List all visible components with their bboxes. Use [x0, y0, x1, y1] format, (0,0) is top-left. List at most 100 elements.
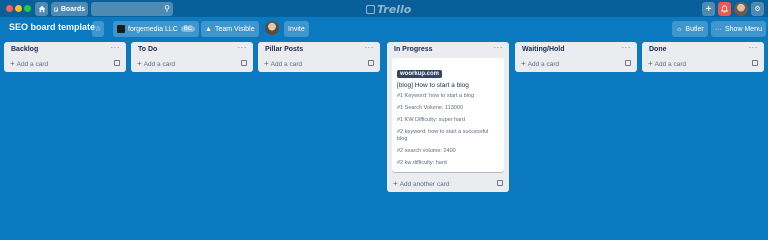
home-button[interactable]: [35, 2, 48, 16]
card-description-line: #1 Search Volume: 113000: [397, 105, 463, 111]
boards-button-label: Boards: [60, 5, 85, 13]
add-card-row: + Add a card: [642, 56, 764, 72]
add-card-button[interactable]: + Add a card: [264, 59, 302, 68]
team-button[interactable]: forgemedia LLC BC: [113, 21, 200, 37]
plus-icon: +: [137, 59, 142, 68]
add-card-row: + Add another card: [387, 176, 509, 192]
notifications-button[interactable]: [718, 2, 731, 16]
list-title[interactable]: Waiting/Hold: [522, 46, 565, 53]
user-avatar[interactable]: [734, 2, 748, 16]
card-template-icon[interactable]: [752, 60, 758, 66]
list-menu-icon[interactable]: ···: [622, 43, 632, 52]
card-template-icon[interactable]: [625, 60, 631, 66]
list-to-do: To Do ··· + Add a card: [131, 42, 253, 72]
card-template-icon[interactable]: [497, 180, 503, 186]
list-header: Backlog ···: [4, 42, 126, 56]
list-header: In Progress ···: [387, 42, 509, 56]
team-logo-icon: [117, 25, 125, 33]
butler-button[interactable]: ☼ Butler: [672, 21, 708, 37]
search-icon: ⚲: [164, 4, 170, 13]
more-icon: ···: [715, 25, 722, 33]
team-tag: BC: [180, 26, 196, 32]
list-in-progress: In Progress ··· woorkup.com [blog] How t…: [387, 42, 509, 192]
boards-button[interactable]: Boards: [51, 2, 88, 16]
list-title[interactable]: In Progress: [394, 46, 433, 53]
butler-icon: ☼: [676, 25, 683, 33]
board-title[interactable]: SEO board template: [9, 22, 95, 32]
create-button[interactable]: +: [702, 2, 715, 16]
home-icon: [38, 5, 45, 13]
member-avatar[interactable]: [265, 21, 279, 35]
add-card-button[interactable]: + Add a card: [521, 59, 559, 68]
butler-label: Butler: [685, 25, 704, 33]
window-close-control[interactable]: [6, 5, 13, 12]
add-card-button[interactable]: + Add a card: [10, 59, 48, 68]
invite-button[interactable]: Invite: [284, 21, 309, 37]
team-name: forgemedia LLC: [128, 25, 178, 33]
list-waiting-hold: Waiting/Hold ··· + Add a card: [515, 42, 637, 72]
plus-icon: +: [10, 59, 15, 68]
show-menu-button[interactable]: ··· Show Menu: [711, 21, 766, 37]
visibility-button[interactable]: ▲ Team Visible: [201, 21, 259, 37]
board-header: SEO board template ☆ forgemedia LLC BC ▲…: [0, 20, 768, 38]
plus-icon: +: [393, 179, 398, 188]
trello-logo-icon: [366, 4, 375, 14]
add-card-row: + Add a card: [258, 56, 380, 72]
card-description-line: #1 KW Difficulty: super hard: [397, 117, 466, 123]
list-pillar-posts: Pillar Posts ··· + Add a card: [258, 42, 380, 72]
list-menu-icon[interactable]: ···: [365, 43, 375, 52]
star-board-button[interactable]: ☆: [92, 21, 104, 37]
app-header: Boards ⚲ Trello + ⚙: [0, 0, 768, 17]
team-visible-icon: ▲: [205, 25, 212, 33]
window-zoom-control[interactable]: [24, 5, 31, 12]
list-menu-icon[interactable]: ···: [494, 43, 504, 52]
list-header: Pillar Posts ···: [258, 42, 380, 56]
add-card-label: Add a card: [143, 61, 176, 68]
gear-icon: ⚙: [754, 6, 761, 13]
bell-icon: [721, 5, 728, 13]
list-title[interactable]: Pillar Posts: [265, 46, 303, 53]
trello-logo[interactable]: Trello: [366, 2, 411, 16]
add-card-button[interactable]: + Add a card: [648, 59, 686, 68]
settings-button[interactable]: ⚙: [751, 2, 764, 16]
add-card-label: Add a card: [654, 61, 687, 68]
card-title: [blog] How to start a blog: [397, 82, 469, 89]
list-menu-icon[interactable]: ···: [238, 43, 248, 52]
invite-label: Invite: [288, 25, 305, 33]
add-card-row: + Add a card: [131, 56, 253, 72]
visibility-label: Team Visible: [214, 25, 255, 33]
card-label-badge: woorkup.com: [397, 70, 443, 78]
card-template-icon[interactable]: [241, 60, 247, 66]
search-input[interactable]: ⚲: [91, 2, 173, 16]
list-menu-icon[interactable]: ···: [749, 43, 759, 52]
add-card-label: Add a card: [16, 61, 49, 68]
plus-icon: +: [648, 59, 653, 68]
window-minimize-control[interactable]: [15, 5, 22, 12]
card-description-line: #2 search volume: 2400: [397, 148, 456, 154]
list-title[interactable]: Backlog: [11, 46, 38, 53]
list-header: Done ···: [642, 42, 764, 56]
plus-icon: +: [705, 3, 712, 15]
list-header: To Do ···: [131, 42, 253, 56]
card-description-line: #2 kw difficulty: hard: [397, 160, 447, 166]
add-card-label: Add a card: [527, 61, 560, 68]
add-another-card-button[interactable]: + Add another card: [393, 179, 450, 188]
show-menu-label: Show Menu: [725, 25, 762, 33]
card-template-icon[interactable]: [368, 60, 374, 66]
list-title[interactable]: Done: [649, 46, 667, 53]
card-template-icon[interactable]: [114, 60, 120, 66]
plus-icon: +: [521, 59, 526, 68]
add-card-row: + Add a card: [515, 56, 637, 72]
list-menu-icon[interactable]: ···: [111, 43, 121, 52]
trello-logo-text: Trello: [377, 2, 412, 16]
list-header: Waiting/Hold ···: [515, 42, 637, 56]
list-backlog: Backlog ··· + Add a card: [4, 42, 126, 72]
add-card-row: + Add a card: [4, 56, 126, 72]
add-card-label: Add a card: [270, 61, 303, 68]
add-card-button[interactable]: + Add a card: [137, 59, 175, 68]
star-icon: ☆: [94, 26, 102, 33]
card-description-line: #2 keyword: how to start a successful bl…: [397, 129, 489, 142]
card[interactable]: woorkup.com [blog] How to start a blog #…: [392, 58, 504, 172]
list-title[interactable]: To Do: [138, 46, 157, 53]
card-description-line: #1 Keyword: how to start a blog: [397, 93, 475, 99]
